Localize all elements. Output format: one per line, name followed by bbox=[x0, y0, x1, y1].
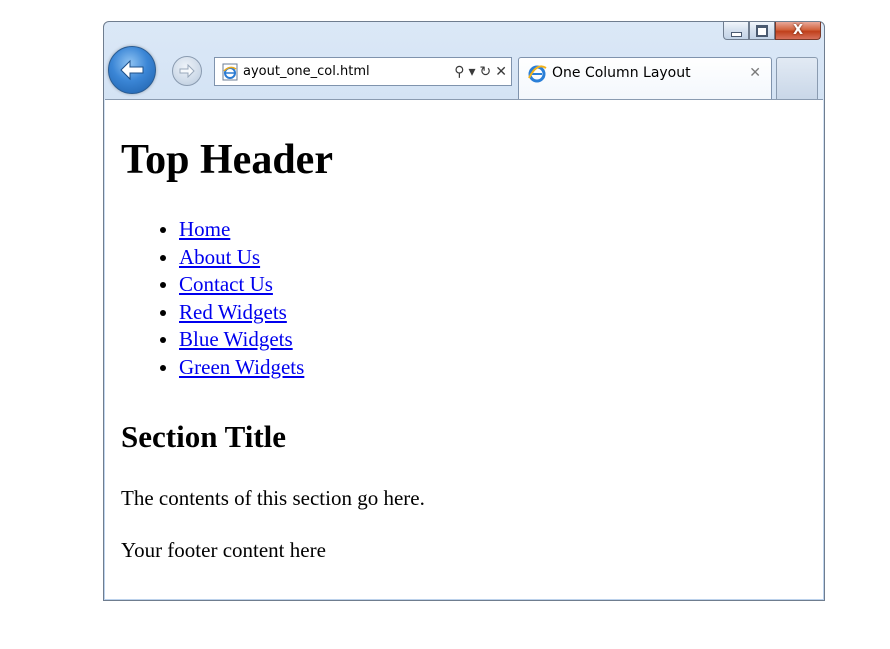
back-button[interactable] bbox=[108, 46, 156, 94]
nav-item: Green Widgets bbox=[179, 354, 807, 382]
page-content: Top Header Home About Us Contact Us Red … bbox=[105, 99, 823, 599]
refresh-icon[interactable]: ↻ bbox=[480, 64, 492, 80]
nav-item: Contact Us bbox=[179, 271, 807, 299]
maximize-button[interactable] bbox=[749, 22, 775, 40]
new-tab-button[interactable] bbox=[776, 57, 818, 99]
dropdown-icon[interactable]: ▾ bbox=[469, 64, 476, 80]
nav-item: Home bbox=[179, 216, 807, 244]
address-bar[interactable]: ayout_one_col.html ⚲ ▾ ↻ ✕ bbox=[214, 57, 512, 86]
nav-link-red-widgets[interactable]: Red Widgets bbox=[179, 300, 287, 324]
ie-page-icon bbox=[222, 63, 238, 80]
nav-link-green-widgets[interactable]: Green Widgets bbox=[179, 355, 304, 379]
minimize-button[interactable] bbox=[723, 22, 749, 40]
nav-link-contact-us[interactable]: Contact Us bbox=[179, 272, 273, 296]
tab-close-icon[interactable]: ✕ bbox=[749, 63, 771, 81]
tab-title: One Column Layout bbox=[552, 65, 691, 81]
forward-arrow-icon bbox=[179, 64, 195, 78]
window-caption-buttons: X bbox=[723, 22, 821, 44]
footer-text: Your footer content here bbox=[121, 538, 326, 562]
stop-icon[interactable]: ✕ bbox=[495, 64, 507, 80]
address-tools: ⚲ ▾ ↻ ✕ bbox=[450, 64, 511, 80]
back-arrow-icon bbox=[120, 59, 144, 81]
maximize-icon bbox=[756, 24, 768, 37]
search-icon[interactable]: ⚲ bbox=[454, 64, 464, 80]
page-header: Top Header bbox=[121, 137, 333, 183]
ie-logo-icon bbox=[528, 65, 547, 83]
nav-item: Blue Widgets bbox=[179, 326, 807, 354]
forward-button[interactable] bbox=[172, 56, 202, 86]
browser-window: X ayout_one_col.html ⚲ ▾ ↻ ✕ One Column … bbox=[103, 21, 825, 601]
nav-item: About Us bbox=[179, 244, 807, 272]
section-text: The contents of this section go here. bbox=[121, 486, 425, 510]
nav-list: Home About Us Contact Us Red Widgets Blu… bbox=[121, 216, 807, 381]
nav-link-blue-widgets[interactable]: Blue Widgets bbox=[179, 327, 293, 351]
close-icon: X bbox=[792, 23, 804, 38]
minimize-icon bbox=[730, 32, 742, 37]
nav-item: Red Widgets bbox=[179, 299, 807, 327]
nav-link-about-us[interactable]: About Us bbox=[179, 245, 260, 269]
address-text[interactable]: ayout_one_col.html bbox=[243, 64, 450, 79]
close-window-button[interactable]: X bbox=[775, 22, 821, 40]
section-title: Section Title bbox=[121, 419, 287, 454]
tab-one-column-layout[interactable]: One Column Layout ✕ bbox=[518, 57, 772, 99]
nav-link-home[interactable]: Home bbox=[179, 217, 230, 241]
